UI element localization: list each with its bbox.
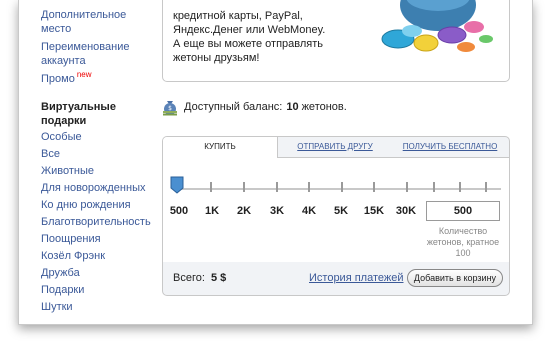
slider-tick [373, 182, 375, 192]
app-window: Дополнительное место Переименование акка… [18, 0, 533, 325]
tab-get-free[interactable]: ПОЛУЧИТЬ БЕСПЛАТНО [395, 137, 505, 157]
slider-tick [485, 182, 487, 192]
buy-tab-content: 500 1K 2K 3K 4K 5K 15K 30K Количество же… [163, 157, 509, 262]
promo-line: кредитной карты, PayPal, [173, 10, 303, 22]
gift-category-jokes[interactable]: Шутки [41, 300, 159, 314]
slider-value-label[interactable]: 2K [229, 205, 259, 217]
slider-value-label[interactable]: 4K [294, 205, 324, 217]
sidebar-link-rename-account[interactable]: Переименование аккаунта [41, 40, 159, 68]
promo-line: жетоны друзьям! [173, 52, 260, 64]
gift-category-newborns[interactable]: Для новорожденных [41, 181, 159, 195]
balance-label: Доступный баланс: [184, 101, 283, 113]
slider-value-label[interactable]: 5K [326, 205, 356, 217]
slider-tick [406, 182, 408, 192]
balance-unit: жетонов. [301, 101, 347, 113]
new-badge: new [76, 70, 92, 79]
tab-send-to-friend[interactable]: ОТПРАВИТЬ ДРУГУ [283, 137, 387, 157]
amount-hint: Количество жетонов, кратное 100 [426, 226, 500, 258]
slider-tick [433, 182, 435, 192]
sidebar: Дополнительное место Переименование акка… [41, 8, 159, 317]
slider-tick [459, 182, 461, 192]
tokens-bag-image [381, 0, 493, 52]
balance-row: $ Доступный баланс: 10 жетонов. [162, 98, 347, 116]
slider-tick [276, 182, 278, 192]
tab-bar: КУПИТЬ ОТПРАВИТЬ ДРУГУ ПОЛУЧИТЬ БЕСПЛАТН… [163, 137, 509, 157]
add-to-cart-button[interactable]: Добавить в корзину [407, 269, 503, 287]
svg-text:$: $ [168, 105, 172, 112]
gifts-list: Особые Все Животные Для новорожденных Ко… [41, 130, 159, 314]
promo-text: кредитной карты, PayPal, Яндекс.Денег ил… [173, 9, 325, 65]
slider-value-label[interactable]: 15K [359, 205, 389, 217]
sidebar-link-promo[interactable]: Промо [41, 73, 75, 85]
purchase-panel: КУПИТЬ ОТПРАВИТЬ ДРУГУ ПОЛУЧИТЬ БЕСПЛАТН… [162, 136, 510, 296]
slider-tick [308, 182, 310, 192]
tokens-promo-box: кредитной карты, PayPal, Яндекс.Денег ил… [162, 0, 510, 82]
money-bag-icon: $ [163, 101, 177, 116]
sidebar-link-extra-space[interactable]: Дополнительное место [41, 8, 159, 36]
tab-buy[interactable]: КУПИТЬ [163, 137, 278, 157]
total-value: 5 $ [210, 272, 227, 284]
amount-slider-track[interactable] [175, 188, 501, 190]
purchase-footer: Всего: 5 $ История платежей Добавить в к… [163, 261, 509, 295]
slider-handle[interactable] [170, 176, 184, 194]
gift-category-rewards[interactable]: Поощрения [41, 232, 159, 246]
gift-category-charity[interactable]: Благотворительность [41, 215, 159, 229]
gift-category-birthday[interactable]: Ко дню рождения [41, 198, 159, 212]
promo-line: Яндекс.Денег или WebMoney. [173, 24, 326, 36]
total-label: Всего: [173, 272, 205, 284]
gift-category-friendship[interactable]: Дружба [41, 266, 159, 280]
gift-category-frank-goat[interactable]: Козёл Фрэнк [41, 249, 159, 263]
slider-value-label[interactable]: 30K [391, 205, 421, 217]
total: Всего: 5 $ [173, 272, 226, 284]
gift-category-all[interactable]: Все [41, 147, 159, 161]
gift-category-special[interactable]: Особые [41, 130, 159, 144]
slider-tick [210, 182, 212, 192]
slider-value-label[interactable]: 500 [164, 205, 194, 217]
gift-category-gifts[interactable]: Подарки [41, 283, 159, 297]
gifts-section-title: Виртуальные подарки [41, 101, 116, 127]
slider-value-label[interactable]: 1K [197, 205, 227, 217]
slider-value-label[interactable]: 3K [262, 205, 292, 217]
token-amount-input[interactable] [426, 201, 500, 221]
gift-category-animals[interactable]: Животные [41, 164, 159, 178]
balance-amount: 10 [286, 101, 299, 113]
slider-tick [243, 182, 245, 192]
slider-tick [341, 182, 343, 192]
payment-history-link[interactable]: История платежей [309, 272, 404, 284]
promo-line: А еще вы можете отправлять [173, 38, 324, 50]
sidebar-item-promo: Промо new [41, 70, 159, 86]
